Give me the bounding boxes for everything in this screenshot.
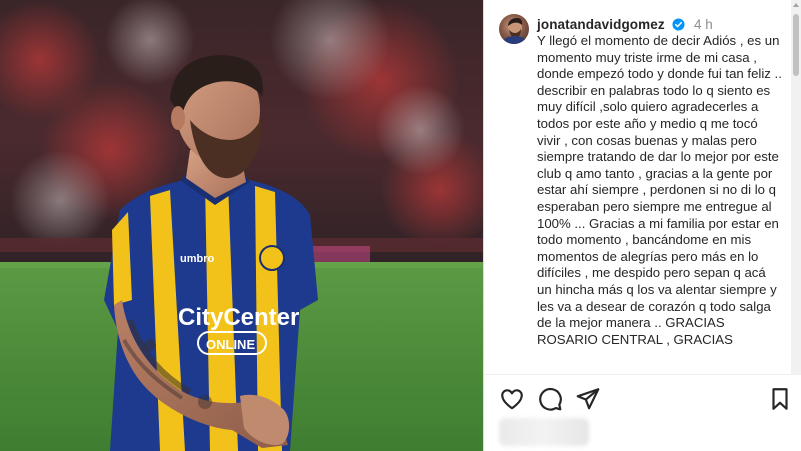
save-button[interactable] <box>767 386 793 412</box>
avatar-image <box>501 18 528 44</box>
post-timestamp[interactable]: 4 h <box>694 17 713 32</box>
sponsor-text: CityCenter <box>178 304 299 331</box>
post-caption: Y llegó el momento de decir Adiós , es u… <box>537 33 782 347</box>
like-button[interactable] <box>499 386 525 412</box>
heart-icon <box>501 389 523 410</box>
post-photo[interactable]: umbro CityCenter ONLINE <box>0 0 483 451</box>
bookmark-icon <box>772 388 788 410</box>
sponsor-subtext: ONLINE <box>206 337 255 352</box>
comment-icon <box>539 387 562 411</box>
player-image: umbro CityCenter ONLINE <box>0 0 483 451</box>
divider <box>484 374 801 375</box>
username[interactable]: jonatandavidgomez <box>537 17 665 32</box>
action-bar <box>484 386 801 416</box>
scroll-up-arrow-icon[interactable] <box>793 3 799 7</box>
jersey-brand-text: umbro <box>180 253 215 265</box>
share-button[interactable] <box>575 386 601 412</box>
post-panel: jonatandavidgomez 4 h Y llegó el momento… <box>483 0 801 451</box>
avatar[interactable] <box>499 14 529 44</box>
share-icon <box>576 388 600 410</box>
blurred-likes <box>499 418 589 446</box>
scrollbar-thumb[interactable] <box>793 14 799 76</box>
comment-button[interactable] <box>537 386 563 412</box>
caption-scrollbar[interactable] <box>791 0 801 375</box>
verified-badge-icon <box>672 18 685 31</box>
